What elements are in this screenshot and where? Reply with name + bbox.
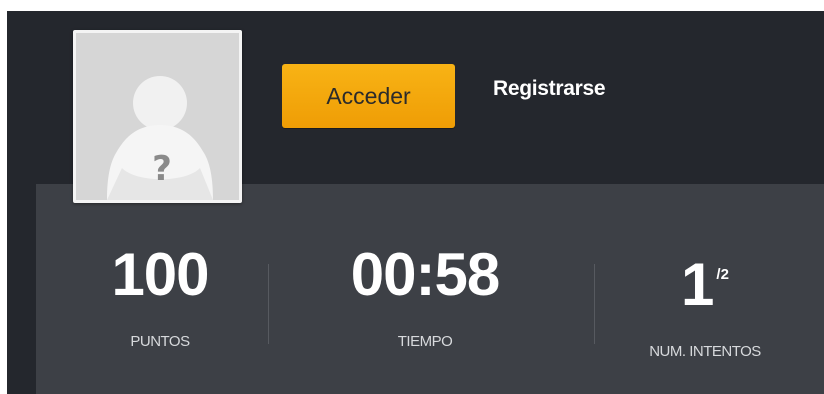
- avatar-question-glyph: ?: [152, 149, 172, 189]
- stat-points: 100 PUNTOS: [80, 240, 240, 352]
- attempts-value: 1: [681, 251, 714, 318]
- register-link[interactable]: Registrarse: [493, 77, 606, 101]
- attempts-label: NUM. INTENTOS: [649, 343, 761, 360]
- placeholder-user-icon: ?: [76, 33, 239, 200]
- divider: [594, 264, 595, 344]
- login-button[interactable]: Acceder: [282, 64, 455, 128]
- stat-time: 00:58 TIEMPO: [305, 240, 545, 352]
- time-value: 00:58: [350, 241, 500, 308]
- divider: [268, 264, 269, 344]
- attempts-max: /2: [716, 266, 729, 283]
- points-value: 100: [111, 241, 209, 308]
- stat-attempts: 1/2 NUM. INTENTOS: [610, 240, 800, 362]
- time-label: TIEMPO: [397, 333, 453, 350]
- avatar[interactable]: ?: [73, 30, 242, 203]
- attempts-value-row: 1/2: [610, 240, 800, 320]
- points-label: PUNTOS: [130, 333, 190, 350]
